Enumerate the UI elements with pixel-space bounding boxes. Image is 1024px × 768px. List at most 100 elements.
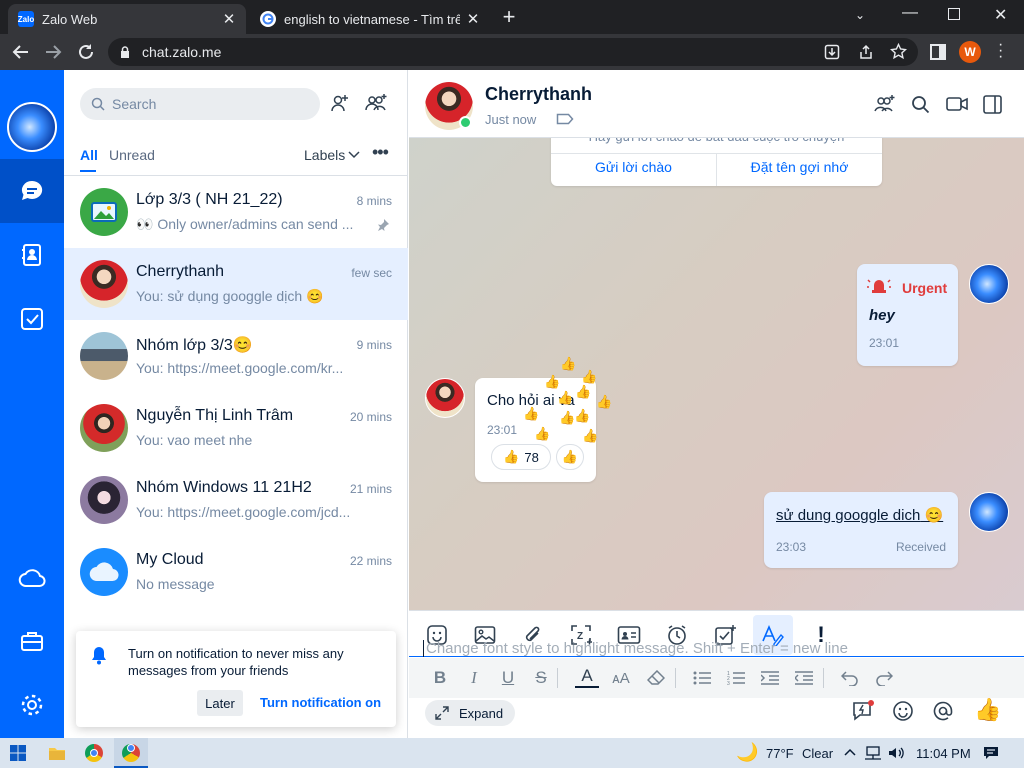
nav-messages[interactable] [0,159,64,223]
conversation-item[interactable]: Nguyễn Thị Linh Trâm 20 mins You: vao me… [64,392,408,464]
greeting-card: Hãy gửi lời chào để bắt đầu cuộc trò chu… [551,138,882,186]
file-explorer-icon[interactable] [48,745,66,761]
message-bubble[interactable]: sử dung googgle dich 😊 23:03 Received [764,492,958,568]
conversation-item-selected[interactable]: Cherrythanh few sec You: sử dụng googgle… [64,248,408,320]
moon-weather-icon[interactable]: 🌙 [736,742,758,763]
nav-toolbox[interactable] [0,609,64,673]
chrome-icon[interactable] [85,744,103,762]
reload-icon[interactable] [77,43,95,61]
conversation-item[interactable]: My Cloud 22 mins No message [64,536,408,608]
message-area: Hãy gửi lời chào để bắt đầu cuộc trò chu… [409,138,1024,610]
bold-icon[interactable]: B [428,666,452,690]
network-icon[interactable] [864,746,882,760]
temperature[interactable]: 77°F [766,746,794,761]
profile-avatar[interactable]: W [959,41,981,63]
later-button[interactable]: Later [197,690,243,716]
labels-dropdown[interactable]: Labels [304,147,345,163]
minimize-icon[interactable]: — [902,4,918,22]
turn-notification-on-button[interactable]: Turn notification on [260,695,381,710]
close-tab-icon[interactable]: ✕ [220,10,238,28]
filter-all-tab[interactable]: All [80,147,98,163]
eraser-icon[interactable] [647,670,665,686]
numbered-list-icon[interactable]: 123 [727,670,745,686]
redo-icon[interactable] [875,670,893,686]
compose-input[interactable]: Change font style to highlight message. … [423,640,1013,657]
bookmark-star-icon[interactable] [890,43,907,60]
close-tab-icon[interactable]: ✕ [464,10,482,28]
reaction-summary[interactable]: 👍 78 [491,444,551,470]
browser-menu-icon[interactable]: · · · [998,37,1003,65]
chrome-active-app[interactable] [114,738,148,768]
volume-icon[interactable] [888,746,906,760]
user-avatar[interactable] [7,102,57,152]
tab-google-search[interactable]: english to vietnamese - Tìm trên ✕ [250,4,490,34]
undo-icon[interactable] [841,670,859,686]
expand-composer-button[interactable]: Expand [425,700,515,726]
chevron-down-icon[interactable] [348,151,360,159]
send-greeting-button[interactable]: Gửi lời chào [551,159,716,175]
search-input[interactable]: Search [80,88,320,120]
new-tab-icon[interactable]: + [498,6,520,28]
add-to-group-icon[interactable] [873,94,895,114]
react-button[interactable]: 👍 [556,444,584,470]
expand-label: Expand [459,705,504,721]
quick-like-button[interactable]: 👍 [974,697,1001,723]
indent-increase-icon[interactable] [761,670,779,686]
emoji-icon[interactable] [892,700,914,722]
windows-taskbar: 🌙 77°F Clear 11:04 PM [0,738,1024,768]
chevron-up-icon[interactable] [844,748,856,756]
font-color-icon[interactable]: A [575,666,599,688]
cloud-icon [89,562,119,582]
side-panel-icon[interactable] [930,44,946,60]
contact-name: Cherrythanh [485,84,593,104]
conversation-time: 21 mins [349,482,392,496]
contact-avatar [80,404,128,452]
italic-icon[interactable]: I [462,666,486,690]
notifications-icon[interactable] [983,746,999,760]
tab-search-icon[interactable]: ⌄ [855,8,865,22]
filter-unread-tab[interactable]: Unread [109,147,155,163]
font-size-icon[interactable]: ᴀA [609,666,633,690]
set-nickname-button[interactable]: Đặt tên gợi nhớ [717,159,882,175]
search-messages-icon[interactable] [911,95,930,114]
clock[interactable]: 11:04 PM [916,746,971,761]
more-options-icon[interactable]: ••• [372,142,389,163]
bullet-list-icon[interactable] [693,671,711,685]
conversation-item[interactable]: Lớp 3/3 ( NH 21_22) 8 mins 👀 Only owner/… [64,176,408,248]
forward-icon[interactable] [44,43,62,61]
conversation-item[interactable]: Nhóm lớp 3/3😊 9 mins You: https://meet.g… [64,320,408,392]
cloud-icon [18,569,46,587]
strikethrough-icon[interactable]: S [529,666,553,690]
create-group-icon[interactable] [364,93,388,113]
nav-cloud[interactable] [0,546,64,610]
conversation-item[interactable]: Nhóm Windows 11 21H2 21 mins You: https:… [64,464,408,536]
add-friend-icon[interactable] [330,93,350,113]
bell-icon [92,647,106,665]
video-call-icon[interactable] [946,96,968,112]
back-icon[interactable] [12,43,30,61]
urgent-bell-icon [867,279,891,293]
underline-icon[interactable]: U [496,666,520,690]
nav-todo[interactable] [0,287,64,351]
indent-decrease-icon[interactable] [795,670,813,686]
restore-icon[interactable] [948,8,960,20]
label-tag-icon[interactable] [556,113,574,125]
install-app-icon[interactable] [824,44,840,60]
chrome-icon [122,744,140,762]
share-icon[interactable] [858,44,874,60]
nav-contacts[interactable] [0,223,64,287]
conversation-time: few sec [351,266,392,280]
nav-settings[interactable] [0,673,64,737]
tab-zalo-web[interactable]: Zalo Zalo Web ✕ [8,4,246,34]
windows-start-icon[interactable] [10,745,26,761]
conversation-info-icon[interactable] [983,95,1002,114]
weather-condition[interactable]: Clear [802,746,833,761]
close-window-icon[interactable]: ✕ [994,5,1007,25]
address-bar[interactable]: chat.zalo.me [108,38,918,66]
quick-message-icon[interactable] [851,700,875,722]
google-favicon-icon [260,11,276,27]
message-bubble-urgent[interactable]: Urgent hey 23:01 [857,264,958,366]
mention-icon[interactable] [932,700,954,722]
thumbs-up-icon: 👍 [560,356,577,371]
my-avatar [969,264,1009,304]
